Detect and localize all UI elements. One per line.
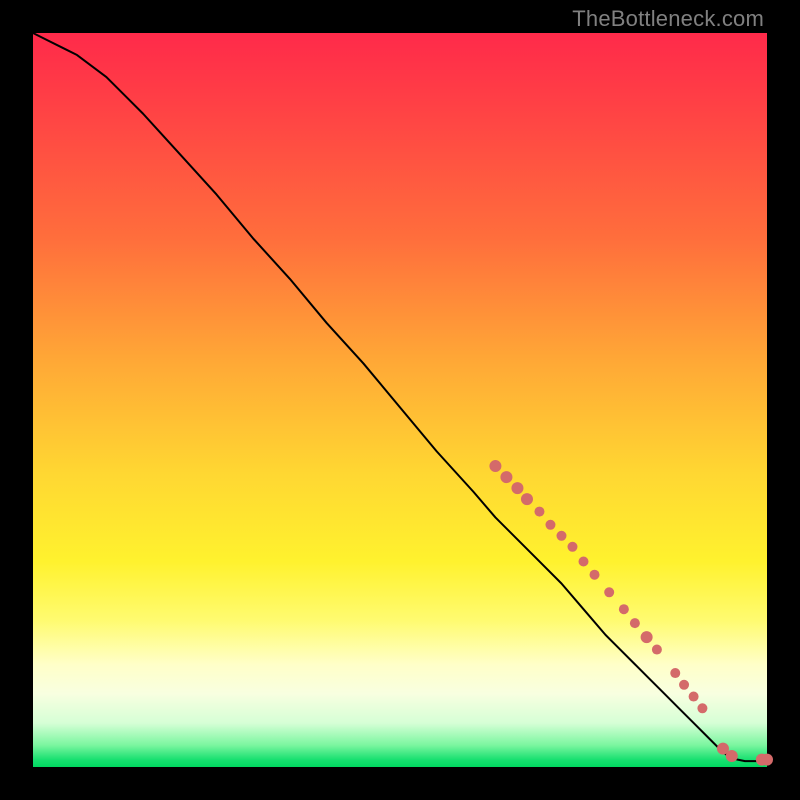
data-point-marker bbox=[697, 703, 707, 713]
chart-svg bbox=[33, 33, 767, 767]
data-point-marker bbox=[521, 493, 533, 505]
data-point-marker bbox=[545, 520, 555, 530]
data-point-marker bbox=[652, 645, 662, 655]
data-markers bbox=[489, 460, 773, 766]
data-point-marker bbox=[604, 587, 614, 597]
data-point-marker bbox=[579, 556, 589, 566]
data-point-marker bbox=[567, 542, 577, 552]
data-point-marker bbox=[679, 680, 689, 690]
data-point-marker bbox=[641, 631, 653, 643]
data-point-marker bbox=[619, 604, 629, 614]
watermark-text: TheBottleneck.com bbox=[572, 6, 764, 32]
data-point-marker bbox=[489, 460, 501, 472]
data-point-marker bbox=[689, 692, 699, 702]
plot-area bbox=[33, 33, 767, 767]
data-point-marker bbox=[726, 750, 738, 762]
data-point-marker bbox=[556, 531, 566, 541]
data-point-marker bbox=[534, 507, 544, 517]
data-point-marker bbox=[761, 754, 773, 766]
data-point-marker bbox=[511, 482, 523, 494]
data-point-marker bbox=[630, 618, 640, 628]
data-point-marker bbox=[590, 570, 600, 580]
chart-frame: TheBottleneck.com bbox=[0, 0, 800, 800]
data-point-marker bbox=[500, 471, 512, 483]
data-point-marker bbox=[670, 668, 680, 678]
